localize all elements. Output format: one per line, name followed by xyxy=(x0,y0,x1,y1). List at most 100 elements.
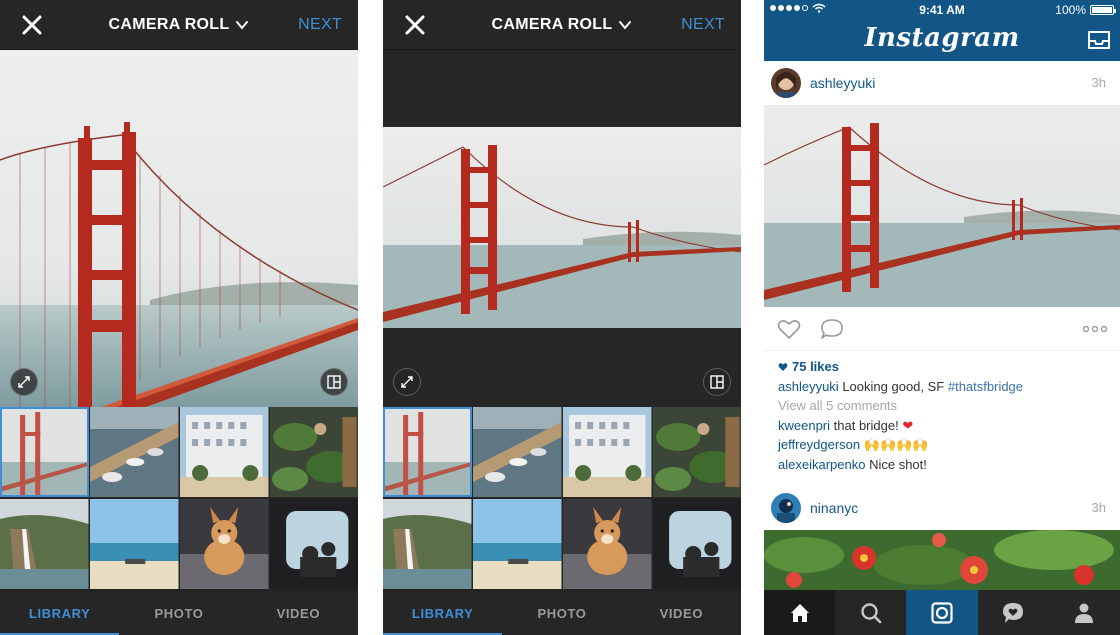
raised-hands-emoji-icon: 🙌🙌🙌🙌 xyxy=(863,437,929,452)
caption-username[interactable]: ashleyyuki xyxy=(778,379,839,394)
battery-percent: 100% xyxy=(1055,3,1086,17)
comment-text: that bridge! xyxy=(833,417,899,433)
photo-preview[interactable] xyxy=(383,50,741,407)
thumbnail-plants[interactable] xyxy=(270,407,358,497)
heart-icon xyxy=(777,320,801,339)
photo-preview[interactable] xyxy=(0,50,358,407)
post-username[interactable]: ninanyc xyxy=(810,500,858,516)
thumbnail-bridge[interactable] xyxy=(383,407,472,497)
comment-icon xyxy=(821,319,843,339)
caption-line: ashleyyuki Looking good, SF #thatsfbridg… xyxy=(778,377,1108,397)
thumbnail-building[interactable] xyxy=(180,407,269,497)
search-icon xyxy=(861,602,882,623)
thumbnail-beach[interactable] xyxy=(90,499,179,589)
instagram-logo: Instagram xyxy=(864,23,1020,53)
thumbnail-bridge[interactable] xyxy=(0,407,89,497)
battery-icon xyxy=(1090,5,1116,15)
layout-icon xyxy=(327,375,341,389)
like-button[interactable] xyxy=(776,317,802,341)
heart-filled-icon xyxy=(778,362,788,371)
golden-gate-photo-fit xyxy=(383,127,741,328)
comment-row: jeffreydgerson 🙌🙌🙌🙌 xyxy=(778,435,1108,455)
avatar[interactable] xyxy=(771,493,801,523)
home-icon xyxy=(790,603,809,622)
comment-row: alexeikarpenko Nice shot! xyxy=(778,455,1108,475)
thumbnail-waterfall[interactable] xyxy=(383,499,472,589)
camera-roll-title: CAMERA ROLL xyxy=(491,16,613,33)
camera-roll-title: CAMERA ROLL xyxy=(108,16,230,33)
activity-icon xyxy=(1003,602,1024,623)
expand-button[interactable] xyxy=(10,368,38,396)
editor-screen-fit: CAMERA ROLL NEXT LIBRARY PHOTO VIDEO xyxy=(383,0,741,635)
more-options-button[interactable] xyxy=(1082,322,1108,336)
editor-tab-bar: LIBRARY PHOTO VIDEO xyxy=(0,590,358,635)
tab-camera[interactable] xyxy=(906,590,978,635)
post-time: 3h xyxy=(1091,500,1106,515)
layout-icon xyxy=(710,375,724,389)
library-thumbnail-grid xyxy=(383,407,741,590)
caption-hashtag[interactable]: #thatsfbridge xyxy=(948,379,1023,394)
post-username[interactable]: ashleyyuki xyxy=(810,75,875,91)
next-button[interactable]: NEXT xyxy=(298,0,342,50)
thumbnail-building[interactable] xyxy=(563,407,652,497)
tab-activity[interactable] xyxy=(978,590,1049,635)
thumbnail-dog[interactable] xyxy=(180,499,269,589)
layout-button[interactable] xyxy=(320,368,348,396)
comment-username[interactable]: kweenpri xyxy=(778,418,830,433)
tab-video[interactable]: VIDEO xyxy=(622,591,741,635)
tab-search[interactable] xyxy=(835,590,906,635)
likes-count[interactable]: 75 likes xyxy=(778,357,1108,377)
post-caption-block: 75 likes ashleyyuki Looking good, SF #th… xyxy=(778,357,1108,474)
likes-label: 75 likes xyxy=(792,359,839,374)
tab-home[interactable] xyxy=(764,590,836,635)
thumbnail-waterfall[interactable] xyxy=(0,499,89,589)
post-photo[interactable] xyxy=(764,530,1120,590)
battery-indicator: 100% xyxy=(1055,3,1116,17)
thumbnail-window[interactable] xyxy=(653,499,741,589)
status-bar: 9:41 AM 100% xyxy=(764,0,1120,20)
tab-profile[interactable] xyxy=(1049,590,1120,635)
expand-icon xyxy=(18,376,30,388)
feed-tab-bar xyxy=(764,590,1120,635)
next-button[interactable]: NEXT xyxy=(681,0,725,50)
comment-row: kweenpri that bridge! ❤ xyxy=(778,416,1108,436)
thumbnail-beach[interactable] xyxy=(473,499,562,589)
tab-photo[interactable]: PHOTO xyxy=(119,591,238,635)
thumbnail-plants[interactable] xyxy=(653,407,741,497)
comment-text: Nice shot! xyxy=(869,456,927,472)
thumbnail-dog[interactable] xyxy=(563,499,652,589)
tab-photo[interactable]: PHOTO xyxy=(502,591,621,635)
tab-video[interactable]: VIDEO xyxy=(239,591,358,635)
editor-screen-fill: CAMERA ROLL NEXT LIBRARY PHOTO VIDEO xyxy=(0,0,358,635)
camera-icon xyxy=(931,601,953,624)
thumbnail-boats[interactable] xyxy=(473,407,562,497)
post-photo[interactable] xyxy=(764,105,1120,307)
editor-tab-bar: LIBRARY PHOTO VIDEO xyxy=(383,590,741,635)
layout-button[interactable] xyxy=(703,368,731,396)
thumbnail-window[interactable] xyxy=(270,499,358,589)
comment-username[interactable]: jeffreydgerson xyxy=(778,437,860,452)
library-thumbnail-grid xyxy=(0,407,358,590)
more-icon xyxy=(1082,325,1108,333)
inbox-button[interactable] xyxy=(1086,28,1112,52)
inbox-icon xyxy=(1088,31,1110,49)
tab-library[interactable]: LIBRARY xyxy=(0,591,120,635)
comment-button[interactable] xyxy=(819,317,845,341)
post-header: ashleyyuki 3h xyxy=(764,61,1120,105)
post-header: ninanyc 3h xyxy=(764,486,1120,530)
caption-text: Looking good, SF xyxy=(842,378,945,394)
tab-library[interactable]: LIBRARY xyxy=(383,591,503,635)
avatar[interactable] xyxy=(771,68,801,98)
view-all-comments-link[interactable]: View all 5 comments xyxy=(778,396,1108,416)
instagram-nav-bar: Instagram xyxy=(764,20,1120,61)
post-time: 3h xyxy=(1091,75,1106,90)
comment-username[interactable]: alexeikarpenko xyxy=(778,457,865,472)
thumbnail-boats[interactable] xyxy=(90,407,179,497)
editor-top-bar: CAMERA ROLL NEXT xyxy=(383,0,741,50)
expand-button[interactable] xyxy=(393,368,421,396)
chevron-down-icon xyxy=(236,21,249,30)
profile-icon xyxy=(1075,603,1094,623)
expand-icon xyxy=(401,376,413,388)
golden-gate-photo-fill xyxy=(0,50,358,407)
heart-emoji-icon: ❤ xyxy=(902,417,914,433)
